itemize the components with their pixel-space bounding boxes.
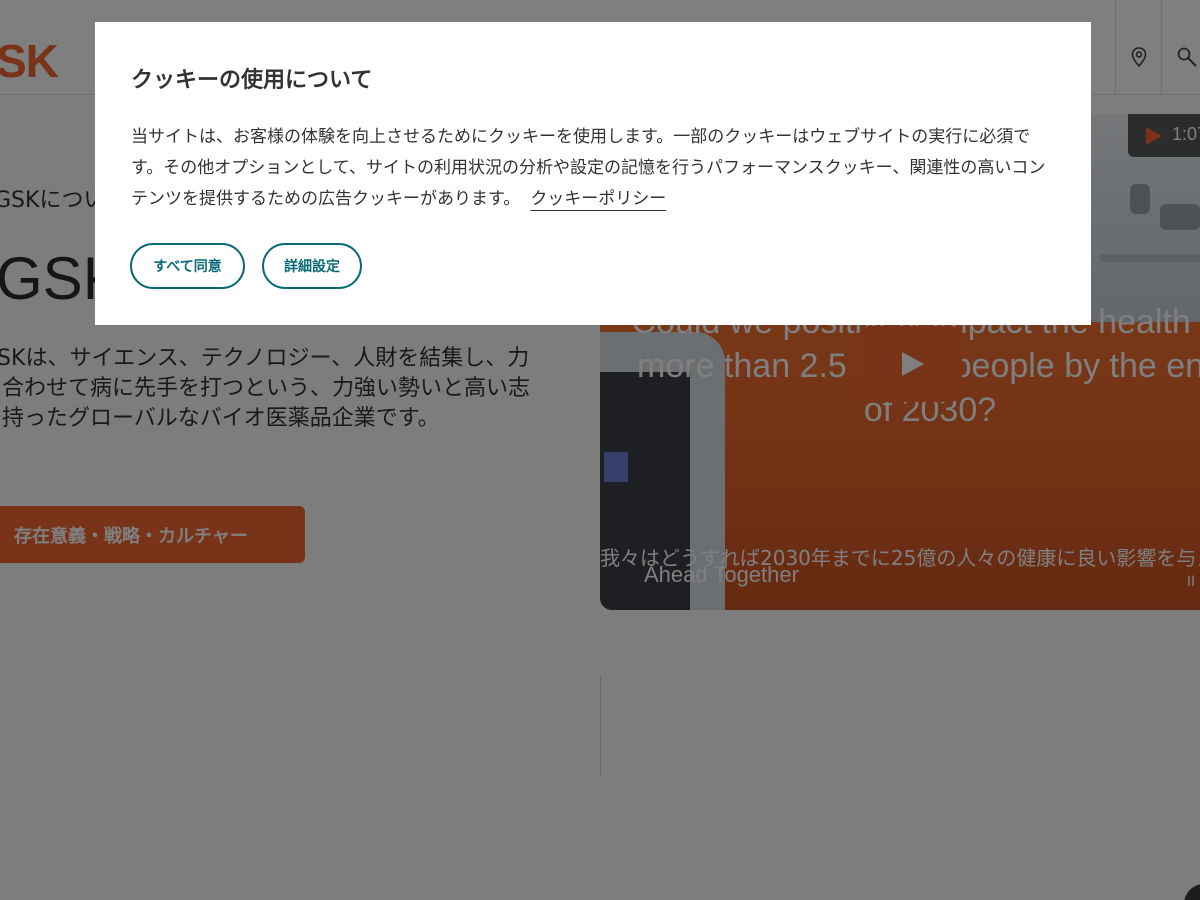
cookie-consent-dialog: クッキーの使用について 当サイトは、お客様の体験を向上させるためにクッキーを使用… <box>95 22 1091 325</box>
cookie-settings-button[interactable]: 詳細設定 <box>262 243 362 289</box>
cookie-dialog-body: 当サイトは、お客様の体験を向上させるためにクッキーを使用します。一部のクッキーは… <box>131 122 1047 215</box>
accept-all-button[interactable]: すべて同意 <box>130 243 245 289</box>
page: SK GSKについて GSK GSKは、サイエンス、テクノロジー、人財を結集し、… <box>0 0 1200 900</box>
cookie-dialog-title: クッキーの使用について <box>131 67 373 93</box>
cookie-policy-link[interactable]: クッキーポリシー <box>530 189 666 209</box>
